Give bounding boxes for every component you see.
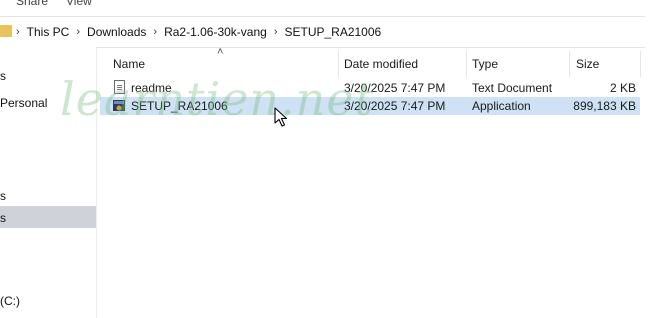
- column-separator[interactable]: [640, 51, 641, 77]
- file-row-setup[interactable]: SETUP_RA21006 3/20/2025 7:47 PM Applicat…: [100, 97, 640, 115]
- sidebar-item[interactable]: s: [0, 69, 6, 83]
- column-separator[interactable]: [569, 51, 570, 77]
- folder-icon: [0, 25, 12, 37]
- pane-divider[interactable]: [96, 47, 97, 318]
- column-headers: ˄ Name Date modified Type Size: [100, 46, 650, 77]
- sidebar-item[interactable]: s: [0, 211, 6, 225]
- chevron-right-icon[interactable]: ›: [76, 26, 80, 38]
- file-name: SETUP_RA21006: [131, 99, 228, 113]
- column-header-type[interactable]: Type: [472, 57, 498, 71]
- breadcrumb-downloads[interactable]: Downloads: [87, 25, 146, 39]
- sidebar-item[interactable]: s: [0, 189, 6, 203]
- file-date: 3/20/2025 7:47 PM: [344, 81, 446, 95]
- file-date: 3/20/2025 7:47 PM: [344, 99, 446, 113]
- file-type: Text Document: [472, 81, 553, 95]
- tab-view[interactable]: View: [66, 0, 92, 8]
- sidebar-item-drive-c[interactable]: (C:): [0, 294, 20, 308]
- chevron-right-icon[interactable]: ›: [274, 26, 278, 38]
- column-header-size[interactable]: Size: [576, 57, 599, 71]
- chevron-right-icon[interactable]: ›: [16, 26, 20, 38]
- sort-ascending-icon: ˄: [217, 46, 224, 58]
- sidebar-item-personal[interactable]: Personal: [0, 96, 47, 110]
- file-row-readme[interactable]: readme 3/20/2025 7:47 PM Text Document 2…: [100, 79, 640, 97]
- chevron-right-icon[interactable]: ›: [153, 26, 157, 38]
- file-type: Application: [472, 99, 531, 113]
- window-edge: [645, 0, 650, 318]
- text-file-icon: [114, 80, 125, 94]
- ribbon-tabs: Share View: [0, 0, 650, 10]
- breadcrumb-setup-folder[interactable]: SETUP_RA21006: [284, 25, 381, 39]
- file-size: 2 KB: [609, 81, 636, 95]
- column-separator[interactable]: [466, 51, 467, 77]
- column-header-name[interactable]: Name: [113, 57, 145, 71]
- breadcrumb-this-pc[interactable]: This PC: [27, 25, 70, 39]
- tab-share[interactable]: Share: [16, 0, 48, 8]
- file-size: 899,183 KB: [573, 99, 636, 113]
- breadcrumb: › This PC › Downloads › Ra2-1.06-30k-van…: [16, 25, 381, 39]
- breadcrumb-ra2-folder[interactable]: Ra2-1.06-30k-vang: [164, 25, 267, 39]
- application-icon: [113, 100, 125, 111]
- mouse-cursor-icon: [274, 107, 288, 127]
- address-bar[interactable]: › This PC › Downloads › Ra2-1.06-30k-van…: [0, 16, 650, 48]
- column-separator[interactable]: [338, 51, 339, 77]
- file-name: readme: [131, 81, 172, 95]
- sidebar-selected-item[interactable]: [0, 206, 96, 228]
- column-header-date[interactable]: Date modified: [344, 57, 418, 71]
- navigation-pane: s Personal s s (C:): [0, 47, 96, 318]
